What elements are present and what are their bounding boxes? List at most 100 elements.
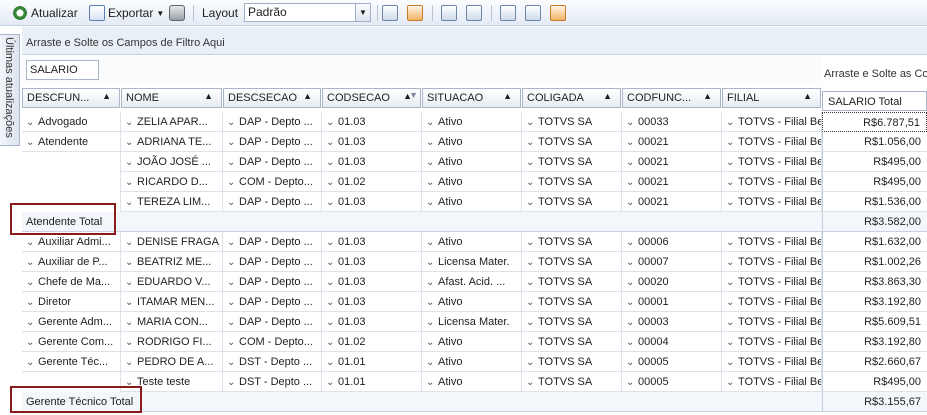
collapse-icon[interactable]: ⌄ bbox=[626, 297, 638, 308]
collapse-icon[interactable]: ⌄ bbox=[26, 317, 38, 328]
collapse-icon[interactable]: ⌄ bbox=[526, 337, 538, 348]
row-field-header[interactable]: DESCSECAO ▲ bbox=[223, 88, 321, 108]
collapse-icon[interactable]: ⌄ bbox=[526, 117, 538, 128]
sort-button[interactable] bbox=[525, 4, 541, 22]
collapse-icon[interactable]: ⌄ bbox=[227, 157, 239, 168]
collapse-icon[interactable]: ⌄ bbox=[326, 337, 338, 348]
collapse-icon[interactable]: ⌄ bbox=[326, 297, 338, 308]
data-field-salario[interactable]: SALARIO bbox=[26, 60, 99, 80]
print-button[interactable] bbox=[169, 4, 185, 22]
collapse-icon[interactable]: ⌄ bbox=[426, 337, 438, 348]
collapse-icon[interactable]: ⌄ bbox=[726, 157, 738, 168]
collapse-icon[interactable]: ⌄ bbox=[125, 197, 137, 208]
collapse-icon[interactable]: ⌄ bbox=[26, 257, 38, 268]
collapse-icon[interactable]: ⌄ bbox=[626, 337, 638, 348]
salary-value[interactable]: R$495,00 bbox=[822, 152, 927, 172]
collapse-icon[interactable]: ⌄ bbox=[26, 277, 38, 288]
collapse-icon[interactable]: ⌄ bbox=[526, 177, 538, 188]
salary-value[interactable]: R$6.787,51 bbox=[822, 112, 927, 132]
collapse-icon[interactable]: ⌄ bbox=[326, 177, 338, 188]
collapse-icon[interactable]: ⌄ bbox=[426, 257, 438, 268]
collapse-icon[interactable]: ⌄ bbox=[726, 277, 738, 288]
salary-value[interactable]: R$3.192,80 bbox=[822, 332, 927, 352]
collapse-icon[interactable]: ⌄ bbox=[227, 277, 239, 288]
collapse-icon[interactable]: ⌄ bbox=[326, 197, 338, 208]
collapse-icon[interactable]: ⌄ bbox=[426, 197, 438, 208]
collapse-icon[interactable]: ⌄ bbox=[626, 317, 638, 328]
collapse-icon[interactable]: ⌄ bbox=[26, 237, 38, 248]
collapse-icon[interactable]: ⌄ bbox=[227, 317, 239, 328]
collapse-icon[interactable]: ⌄ bbox=[726, 117, 738, 128]
collapse-icon[interactable]: ⌄ bbox=[526, 357, 538, 368]
collapse-icon[interactable]: ⌄ bbox=[426, 137, 438, 148]
collapse-icon[interactable]: ⌄ bbox=[526, 257, 538, 268]
save-layout-button[interactable] bbox=[382, 4, 398, 22]
collapse-icon[interactable]: ⌄ bbox=[26, 117, 38, 128]
collapse-icon[interactable]: ⌄ bbox=[125, 157, 137, 168]
expand-button[interactable] bbox=[500, 4, 516, 22]
collapse-icon[interactable]: ⌄ bbox=[526, 317, 538, 328]
collapse-icon[interactable]: ⌄ bbox=[125, 117, 137, 128]
salary-value[interactable]: R$3.863,30 bbox=[822, 272, 927, 292]
collapse-icon[interactable]: ⌄ bbox=[125, 357, 137, 368]
collapse-icon[interactable]: ⌄ bbox=[726, 357, 738, 368]
collapse-icon[interactable]: ⌄ bbox=[626, 197, 638, 208]
layout-select[interactable]: Padrão ▼ bbox=[244, 3, 371, 22]
group-total-value[interactable]: R$3.155,67 bbox=[822, 392, 927, 412]
group-total-value[interactable]: R$3.582,00 bbox=[822, 212, 927, 232]
collapse-icon[interactable]: ⌄ bbox=[626, 117, 638, 128]
salary-value[interactable]: R$1.056,00 bbox=[822, 132, 927, 152]
collapse-icon[interactable]: ⌄ bbox=[125, 177, 137, 188]
collapse-icon[interactable]: ⌄ bbox=[526, 237, 538, 248]
sidetab-last-updates[interactable]: Últimas atualizações bbox=[0, 34, 20, 146]
collapse-icon[interactable]: ⌄ bbox=[726, 317, 738, 328]
collapse-icon[interactable]: ⌄ bbox=[626, 177, 638, 188]
collapse-icon[interactable]: ⌄ bbox=[227, 257, 239, 268]
row-field-header[interactable]: NOME ▲ bbox=[121, 88, 222, 108]
salary-value[interactable]: R$1.002,26 bbox=[822, 252, 927, 272]
collapse-icon[interactable]: ⌄ bbox=[626, 277, 638, 288]
collapse-icon[interactable]: ⌄ bbox=[227, 177, 239, 188]
delete-layout-button[interactable] bbox=[407, 4, 423, 22]
collapse-icon[interactable]: ⌄ bbox=[626, 257, 638, 268]
collapse-icon[interactable]: ⌄ bbox=[626, 137, 638, 148]
salary-value[interactable]: R$495,00 bbox=[822, 172, 927, 192]
collapse-icon[interactable]: ⌄ bbox=[426, 377, 438, 388]
row-field-header[interactable]: CODSECAO ▲ ▼ bbox=[322, 88, 421, 108]
collapse-icon[interactable]: ⌄ bbox=[526, 157, 538, 168]
collapse-icon[interactable]: ⌄ bbox=[125, 297, 137, 308]
row-field-header[interactable]: CODFUNC... ▲ bbox=[622, 88, 721, 108]
collapse-icon[interactable]: ⌄ bbox=[426, 297, 438, 308]
collapse-icon[interactable]: ⌄ bbox=[26, 337, 38, 348]
collapse-icon[interactable]: ⌄ bbox=[626, 357, 638, 368]
collapse-icon[interactable]: ⌄ bbox=[526, 377, 538, 388]
collapse-icon[interactable]: ⌄ bbox=[227, 297, 239, 308]
collapse-icon[interactable]: ⌄ bbox=[726, 177, 738, 188]
chevron-down-icon[interactable]: ▼ bbox=[355, 4, 370, 21]
collapse-icon[interactable]: ⌄ bbox=[326, 237, 338, 248]
collapse-icon[interactable]: ⌄ bbox=[125, 257, 137, 268]
collapse-icon[interactable]: ⌄ bbox=[326, 117, 338, 128]
collapse-icon[interactable]: ⌄ bbox=[26, 297, 38, 308]
field-list-button[interactable] bbox=[441, 4, 457, 22]
collapse-icon[interactable]: ⌄ bbox=[426, 317, 438, 328]
value-header[interactable]: SALARIO Total bbox=[822, 91, 927, 111]
collapse-icon[interactable]: ⌄ bbox=[426, 117, 438, 128]
collapse-icon[interactable]: ⌄ bbox=[526, 137, 538, 148]
salary-value[interactable]: R$2.660,67 bbox=[822, 352, 927, 372]
collapse-icon[interactable]: ⌄ bbox=[26, 137, 38, 148]
collapse-icon[interactable]: ⌄ bbox=[726, 377, 738, 388]
collapse-icon[interactable]: ⌄ bbox=[426, 237, 438, 248]
collapse-icon[interactable]: ⌄ bbox=[426, 157, 438, 168]
salary-value[interactable]: R$5.609,51 bbox=[822, 312, 927, 332]
collapse-icon[interactable]: ⌄ bbox=[326, 277, 338, 288]
collapse-icon[interactable]: ⌄ bbox=[227, 197, 239, 208]
filter-icon[interactable]: ▼ bbox=[409, 90, 418, 100]
collapse-icon[interactable]: ⌄ bbox=[726, 137, 738, 148]
collapse-icon[interactable]: ⌄ bbox=[626, 157, 638, 168]
collapse-icon[interactable]: ⌄ bbox=[125, 237, 137, 248]
collapse-icon[interactable]: ⌄ bbox=[326, 257, 338, 268]
collapse-icon[interactable]: ⌄ bbox=[227, 337, 239, 348]
collapse-icon[interactable]: ⌄ bbox=[726, 237, 738, 248]
refresh-button[interactable]: Atualizar bbox=[12, 4, 78, 22]
